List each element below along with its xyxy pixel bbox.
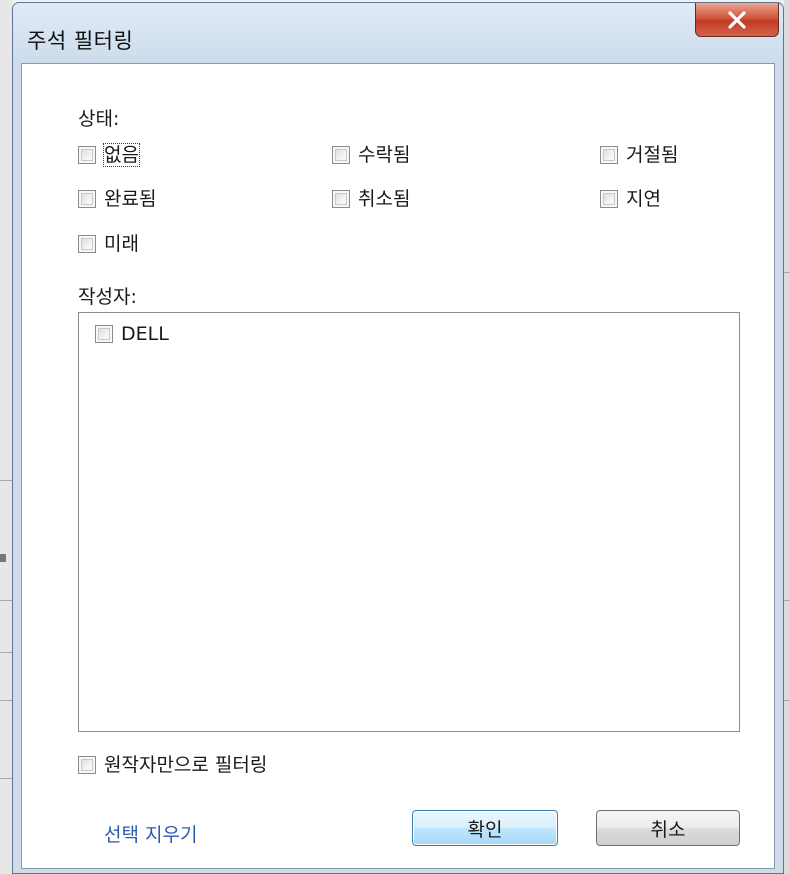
original-author-only-checkbox[interactable]: 원작자만으로 필터링 [78, 754, 267, 776]
checkbox[interactable] [78, 235, 96, 253]
original-author-only-label: 원작자만으로 필터링 [104, 754, 268, 776]
checkbox[interactable] [78, 756, 96, 774]
ok-button[interactable]: 확인 [412, 810, 558, 846]
status-checkbox-completed[interactable]: 완료됨 [78, 188, 156, 210]
status-option-label: 완료됨 [104, 188, 157, 210]
title-bar[interactable]: 주석 필터링 [13, 3, 783, 63]
dialog-content: 상태: 없음 수락됨 거절됨 완료됨 취소됨 지연 미래 작성자: DELL 원… [21, 63, 775, 869]
author-list[interactable]: DELL [78, 312, 740, 732]
cancel-button[interactable]: 취소 [596, 810, 740, 846]
close-icon [728, 10, 746, 29]
close-button[interactable] [695, 3, 779, 37]
author-option-label: DELL [121, 323, 169, 345]
status-option-label: 취소됨 [358, 188, 411, 210]
background-window-edge-right [784, 0, 790, 874]
status-checkbox-accepted[interactable]: 수락됨 [332, 144, 410, 166]
background-window-edge-left [0, 0, 12, 874]
checkbox[interactable] [332, 190, 350, 208]
checkbox[interactable] [78, 190, 96, 208]
checkbox[interactable] [95, 325, 113, 343]
status-option-label: 없음 [103, 143, 140, 167]
clear-selection-link[interactable]: 선택 지우기 [104, 820, 197, 847]
status-checkbox-rejected[interactable]: 거절됨 [600, 144, 678, 166]
checkbox[interactable] [600, 146, 618, 164]
status-checkbox-future[interactable]: 미래 [78, 233, 139, 255]
checkbox[interactable] [600, 190, 618, 208]
status-option-label: 거절됨 [626, 144, 679, 166]
status-checkbox-deferred[interactable]: 지연 [600, 188, 661, 210]
author-label: 작성자: [78, 286, 137, 308]
status-option-label: 미래 [104, 233, 139, 255]
status-checkbox-none[interactable]: 없음 [78, 143, 140, 167]
status-label: 상태: [78, 108, 120, 130]
annotation-filter-dialog: 주석 필터링 상태: 없음 수락됨 거절됨 완료됨 취소됨 지연 미래 작성자:… [12, 2, 784, 874]
checkbox[interactable] [332, 146, 350, 164]
status-option-label: 수락됨 [358, 144, 411, 166]
author-checkbox-dell[interactable]: DELL [95, 323, 169, 345]
checkbox[interactable] [78, 146, 96, 164]
status-checkbox-cancelled[interactable]: 취소됨 [332, 188, 410, 210]
status-option-label: 지연 [626, 188, 661, 210]
dialog-title: 주석 필터링 [27, 29, 134, 53]
